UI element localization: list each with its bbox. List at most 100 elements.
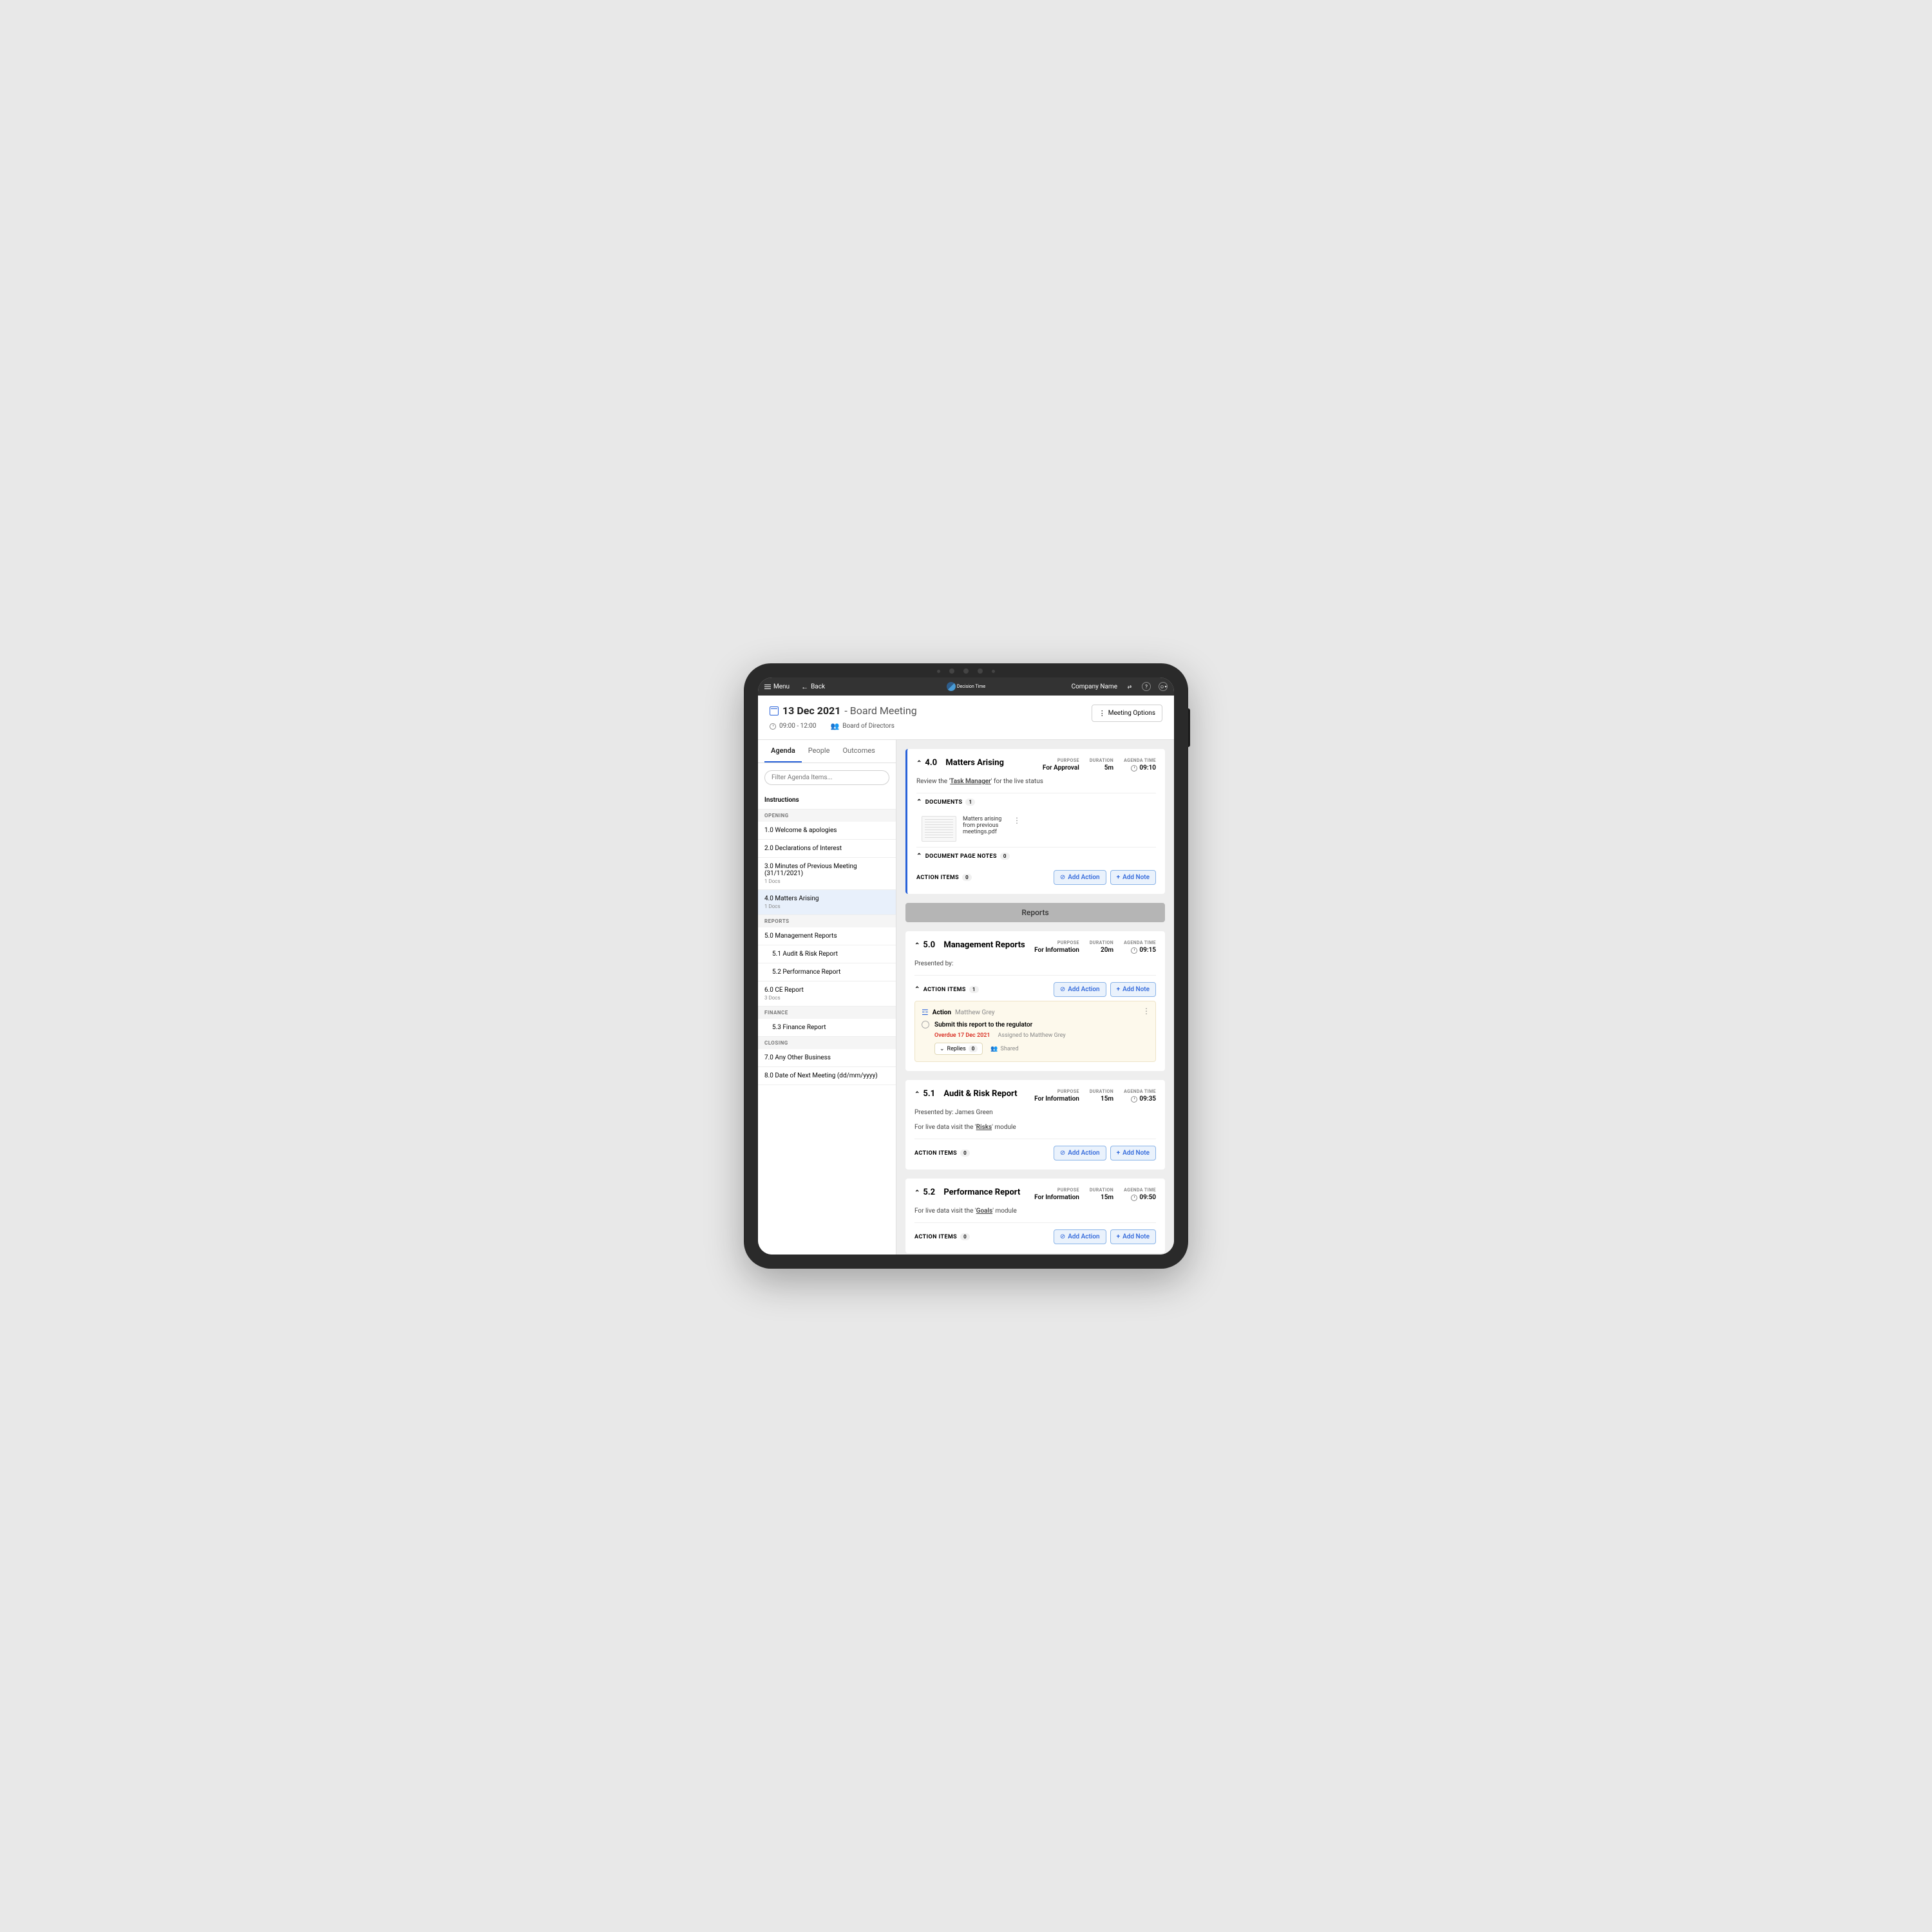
agenda-card-5: 5.0 Management Reports PURPOSEFor Inform… [905, 931, 1165, 1071]
card-title[interactable]: 4.0 Matters Arising [916, 758, 1004, 768]
add-action-button[interactable]: ⊘Add Action [1054, 1229, 1106, 1244]
replies-button[interactable]: ⌄Replies0 [934, 1043, 983, 1055]
section-opening: OPENING [758, 810, 896, 822]
document-tile[interactable]: Matters arising from previous meetings.p… [916, 811, 1026, 847]
action-items-label: ACTION ITEMS0 [914, 1150, 970, 1157]
app-logo: Decision Time [947, 682, 985, 691]
chevron-up-icon [914, 940, 920, 950]
action-type-label: Action [933, 1009, 951, 1016]
document-page-notes-header[interactable]: DOCUMENT PAGE NOTES0 [916, 847, 1156, 865]
action-items-header[interactable]: ACTION ITEMS1 [914, 986, 979, 993]
sidebar-item-8[interactable]: 8.0 Date of Next Meeting (dd/mm/yyyy) [758, 1067, 896, 1085]
assigned-label: Assigned to Matthew Grey [998, 1032, 1066, 1039]
sidebar-item-4[interactable]: 4.0 Matters Arising1 Docs [758, 890, 896, 915]
check-circle-icon: ⊘ [1060, 874, 1065, 881]
clock-icon [770, 723, 776, 730]
people-icon: 👥 [990, 1046, 998, 1052]
clock-icon [1131, 1096, 1137, 1103]
document-name: Matters arising from previous meetings.p… [963, 816, 1007, 835]
sidebar-item-2[interactable]: 2.0 Declarations of Interest [758, 840, 896, 858]
sidebar-item-7[interactable]: 7.0 Any Other Business [758, 1049, 896, 1067]
logo-text: Decision Time [957, 685, 985, 689]
action-text: Submit this report to the regulator [934, 1021, 1032, 1028]
presented-by: Presented by: James Green [914, 1109, 1156, 1116]
chevron-down-icon: ⌄ [940, 1046, 945, 1052]
back-label: Back [811, 683, 825, 690]
agenda-card-52: 5.2 Performance Report PURPOSEFor Inform… [905, 1179, 1165, 1253]
power-button[interactable] [1188, 708, 1190, 747]
card-title[interactable]: 5.2 Performance Report [914, 1188, 1020, 1197]
card-title[interactable]: 5.1 Audit & Risk Report [914, 1089, 1018, 1099]
avatar-icon[interactable]: ☺▾ [1159, 682, 1168, 691]
documents-header[interactable]: DOCUMENTS1 [916, 793, 1156, 811]
add-note-button[interactable]: +Add Note [1110, 982, 1156, 997]
meeting-options-button[interactable]: Meeting Options [1092, 705, 1162, 722]
card-description: Review the 'Task Manager' for the live s… [916, 778, 1156, 785]
meeting-group: 👥 Board of Directors [831, 722, 895, 730]
tab-agenda[interactable]: Agenda [764, 740, 802, 762]
filter-input[interactable] [764, 770, 889, 785]
action-menu-icon[interactable]: ⋮ [1142, 1007, 1150, 1016]
chevron-up-icon [916, 758, 922, 768]
plus-icon: + [1117, 1150, 1121, 1157]
meeting-title: - Board Meeting [844, 705, 916, 717]
meeting-date: 13 Dec 2021 [782, 705, 840, 717]
sidebar-item-52[interactable]: 5.2 Performance Report [758, 963, 896, 981]
camera-bar [937, 668, 995, 674]
presented-by: Presented by: [914, 960, 1156, 967]
swap-icon[interactable]: ⇄ [1125, 682, 1134, 691]
chevron-up-icon [914, 1089, 920, 1099]
add-note-button[interactable]: +Add Note [1110, 870, 1156, 885]
hamburger-icon [764, 685, 771, 689]
section-closing: CLOSING [758, 1037, 896, 1049]
sidebar-tabs: Agenda People Outcomes [758, 740, 896, 763]
sidebar-item-6[interactable]: 6.0 CE Report3 Docs [758, 981, 896, 1007]
agenda-card-51: 5.1 Audit & Risk Report PURPOSEFor Infor… [905, 1080, 1165, 1170]
add-note-button[interactable]: +Add Note [1110, 1229, 1156, 1244]
logo-icon [947, 682, 956, 691]
tab-people[interactable]: People [802, 740, 837, 762]
section-reports: REPORTS [758, 915, 896, 927]
sidebar-instructions[interactable]: Instructions [758, 791, 896, 810]
card-title[interactable]: 5.0 Management Reports [914, 940, 1025, 950]
chevron-up-icon [914, 986, 920, 993]
help-icon[interactable]: ? [1142, 682, 1151, 691]
add-action-button[interactable]: ⊘Add Action [1054, 1146, 1106, 1160]
dots-vertical-icon [1099, 709, 1106, 717]
menu-label: Menu [773, 683, 790, 690]
card-description: For live data visit the 'Risks' module [914, 1124, 1156, 1131]
action-item-card: ☲ Action Matthew Grey ⋮ Submit this repo… [914, 1001, 1156, 1062]
plus-icon: + [1117, 1233, 1121, 1240]
tablet-frame: Menu ← Back Decision Time Company Name ⇄… [744, 663, 1188, 1269]
add-note-button[interactable]: +Add Note [1110, 1146, 1156, 1160]
sidebar-item-53[interactable]: 5.3 Finance Report [758, 1019, 896, 1037]
shared-label: 👥Shared [990, 1046, 1018, 1052]
plus-icon: + [1117, 986, 1121, 993]
radio-unchecked-icon[interactable] [922, 1021, 929, 1028]
document-thumbnail [922, 816, 956, 842]
section-banner-reports: Reports [905, 903, 1165, 922]
back-button[interactable]: ← Back [801, 683, 825, 691]
sidebar-item-5[interactable]: 5.0 Management Reports [758, 927, 896, 945]
sidebar-item-51[interactable]: 5.1 Audit & Risk Report [758, 945, 896, 963]
menu-button[interactable]: Menu [764, 683, 790, 690]
action-items-label: ACTION ITEMS0 [914, 1233, 970, 1240]
document-menu-icon[interactable]: ⋮ [1013, 816, 1021, 825]
people-icon: 👥 [831, 722, 840, 730]
tab-outcomes[interactable]: Outcomes [836, 740, 881, 762]
chevron-up-icon [916, 853, 922, 860]
section-finance: FINANCE [758, 1007, 896, 1019]
check-circle-icon: ⊘ [1060, 986, 1065, 993]
meeting-time: 09:00 - 12:00 [770, 722, 817, 730]
sidebar-item-1[interactable]: 1.0 Welcome & apologies [758, 822, 896, 840]
clock-icon [1131, 1195, 1137, 1201]
clock-icon [1131, 947, 1137, 954]
list-icon: ☲ [922, 1008, 929, 1017]
content-area[interactable]: 4.0 Matters Arising PURPOSEFor Approval … [896, 740, 1174, 1255]
add-action-button[interactable]: ⊘Add Action [1054, 870, 1106, 885]
company-name: Company Name [1072, 683, 1117, 690]
sidebar-item-3[interactable]: 3.0 Minutes of Previous Meeting (31/11/2… [758, 858, 896, 890]
clock-icon [1131, 765, 1137, 772]
action-owner: Matthew Grey [955, 1009, 995, 1016]
add-action-button[interactable]: ⊘Add Action [1054, 982, 1106, 997]
